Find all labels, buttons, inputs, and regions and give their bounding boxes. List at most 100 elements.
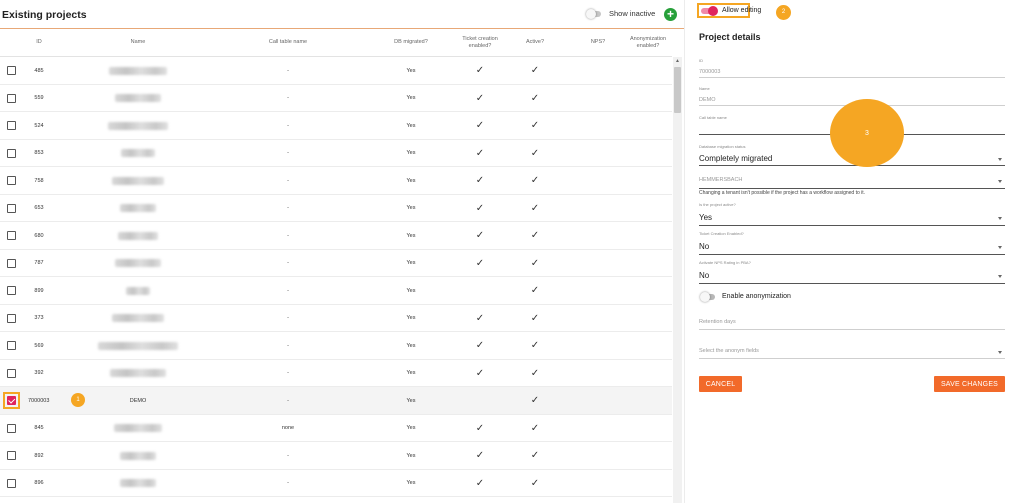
anonym-fields-placeholder: Select the anonym fields [699,348,759,354]
redacted-name [108,121,168,130]
anonymization-toggle[interactable] [700,292,716,302]
column-header-call-table[interactable]: Call table name [258,29,318,56]
table-row[interactable]: 787 - Yes ✓ ✓ [0,250,672,277]
cell-db-migrated: Yes [406,95,416,101]
cell-ticket: ✓ [458,140,502,167]
row-checkbox[interactable] [7,121,16,130]
cell-call-table: - [287,287,289,294]
table-row[interactable]: 485 - Yes ✓ ✓ [0,57,672,85]
check-icon: ✓ [530,65,540,76]
check-icon: ✓ [475,175,485,186]
row-checkbox[interactable] [7,286,16,295]
row-checkbox[interactable] [7,66,16,75]
row-checkbox[interactable] [7,313,16,323]
cell-id: 485 [34,67,44,74]
check-icon: ✓ [530,395,540,406]
cancel-button[interactable]: CANCEL [699,376,742,392]
projects-header: Existing projects Show inactive + [0,0,684,28]
cell-id: 7000003 [28,397,50,404]
row-checkbox[interactable] [7,258,16,268]
cell-call-table: - [287,150,289,156]
details-title: Project details [699,32,761,42]
check-icon: ✓ [530,202,540,214]
column-header-active[interactable]: Active? [512,29,558,56]
cell-id: 896 [34,480,44,486]
table-row[interactable]: 758 - Yes ✓ ✓ [0,167,672,195]
active-select[interactable]: Is the project active? Yes [699,200,1005,226]
redacted-name [110,369,166,377]
scroll-up-icon[interactable]: ▲ [673,57,682,66]
retention-days-input[interactable]: Retention days [699,313,1005,331]
save-changes-button[interactable]: SAVE CHANGES [934,376,1005,392]
table-row[interactable]: 892 - Yes ✓ ✓ [0,442,672,470]
row-checkbox[interactable] [7,93,16,103]
table-row[interactable]: 7000003 1 DEMO - Yes ✓ [0,387,672,415]
row-checkbox[interactable] [7,341,16,350]
table-row[interactable]: 392 - Yes ✓ ✓ [0,360,672,387]
toggle-knob [708,6,718,16]
row-checkbox[interactable] [7,176,16,185]
field-underline [699,77,1005,78]
check-icon: ✓ [530,450,540,461]
allow-editing-toggle[interactable] [700,6,718,16]
cell-name [98,112,178,139]
check-icon: ✓ [475,422,485,434]
table-row[interactable]: 373 - Yes ✓ ✓ [0,305,672,332]
table-row[interactable]: 680 - Yes ✓ ✓ [0,222,672,250]
add-project-button[interactable]: + [664,8,677,21]
check-icon: ✓ [530,285,540,296]
scroll-thumb[interactable] [674,67,681,113]
row-checkbox[interactable] [7,478,16,488]
table-row[interactable]: 845 none Yes ✓ ✓ [0,415,672,442]
table-row[interactable]: 853 - Yes ✓ ✓ [0,140,672,167]
ticket-select[interactable]: Ticket Creation Enabled? No [699,229,1005,255]
redacted-name [114,424,162,432]
tenant-value: HEMMERSBACH [699,177,743,183]
row-checkbox[interactable] [7,148,16,158]
anonym-fields-select[interactable]: Select the anonym fields [699,342,1005,360]
column-header-nps[interactable]: NPS? [580,29,616,56]
column-header-db-migrated[interactable]: DB migrated? [388,29,434,56]
table-row[interactable]: 896 - Yes ✓ ✓ [0,470,672,497]
projects-table-body: 485 - Yes ✓ ✓ 559 - Yes ✓ ✓ 524 - Yes ✓ ✓ 853 - Yes ✓ ✓ 758 -… [0,57,672,497]
nps-select[interactable]: Activate NPS Rating in PBA? No [699,258,1005,284]
row-checkbox[interactable] [7,396,16,405]
table-scrollbar[interactable]: ▲ [673,57,682,503]
column-header-id[interactable]: ID [22,29,56,56]
cell-ticket: ✓ [458,57,502,84]
table-row[interactable]: 559 - Yes ✓ ✓ [0,85,672,112]
active-label: Is the project active? [699,202,736,207]
cell-ticket: ✓ [458,167,502,194]
id-field[interactable]: ID 7000003 [699,57,1005,79]
row-checkbox[interactable] [7,368,16,378]
column-header-ticket[interactable]: Ticket creation enabled? [458,29,502,56]
cell-active: ✓ [512,167,558,194]
cell-call-table: - [287,67,289,74]
show-inactive-toggle[interactable] [586,9,602,19]
ticket-value: No [699,242,710,251]
tenant-select[interactable]: HEMMERSBACH [699,172,1005,190]
row-checkbox[interactable] [7,231,16,240]
table-row[interactable]: 899 - Yes ✓ [0,277,672,305]
cell-name [98,195,178,222]
cell-active: ✓ [512,332,558,359]
tenant-note: Changing a tenant isn't possible if the … [699,190,866,196]
table-row[interactable]: 524 - Yes ✓ ✓ [0,112,672,140]
column-header-name[interactable]: Name [108,29,168,56]
table-row[interactable]: 569 - Yes ✓ ✓ [0,332,672,360]
check-icon: ✓ [530,477,540,489]
check-icon: ✓ [530,367,540,379]
row-checkbox[interactable] [7,451,16,460]
cell-db-migrated: Yes [406,150,416,156]
id-label: ID [699,58,703,63]
cell-id: 758 [34,177,44,184]
check-icon: ✓ [475,340,485,351]
column-header-anonymization[interactable]: Anonymization enabled? [624,29,672,56]
table-row[interactable]: 653 - Yes ✓ ✓ [0,195,672,222]
check-icon: ✓ [530,120,540,131]
row-checkbox[interactable] [7,203,16,213]
row-checkbox[interactable] [7,423,16,433]
active-value: Yes [699,213,713,222]
cell-name [98,250,178,277]
field-underline [699,254,1005,255]
